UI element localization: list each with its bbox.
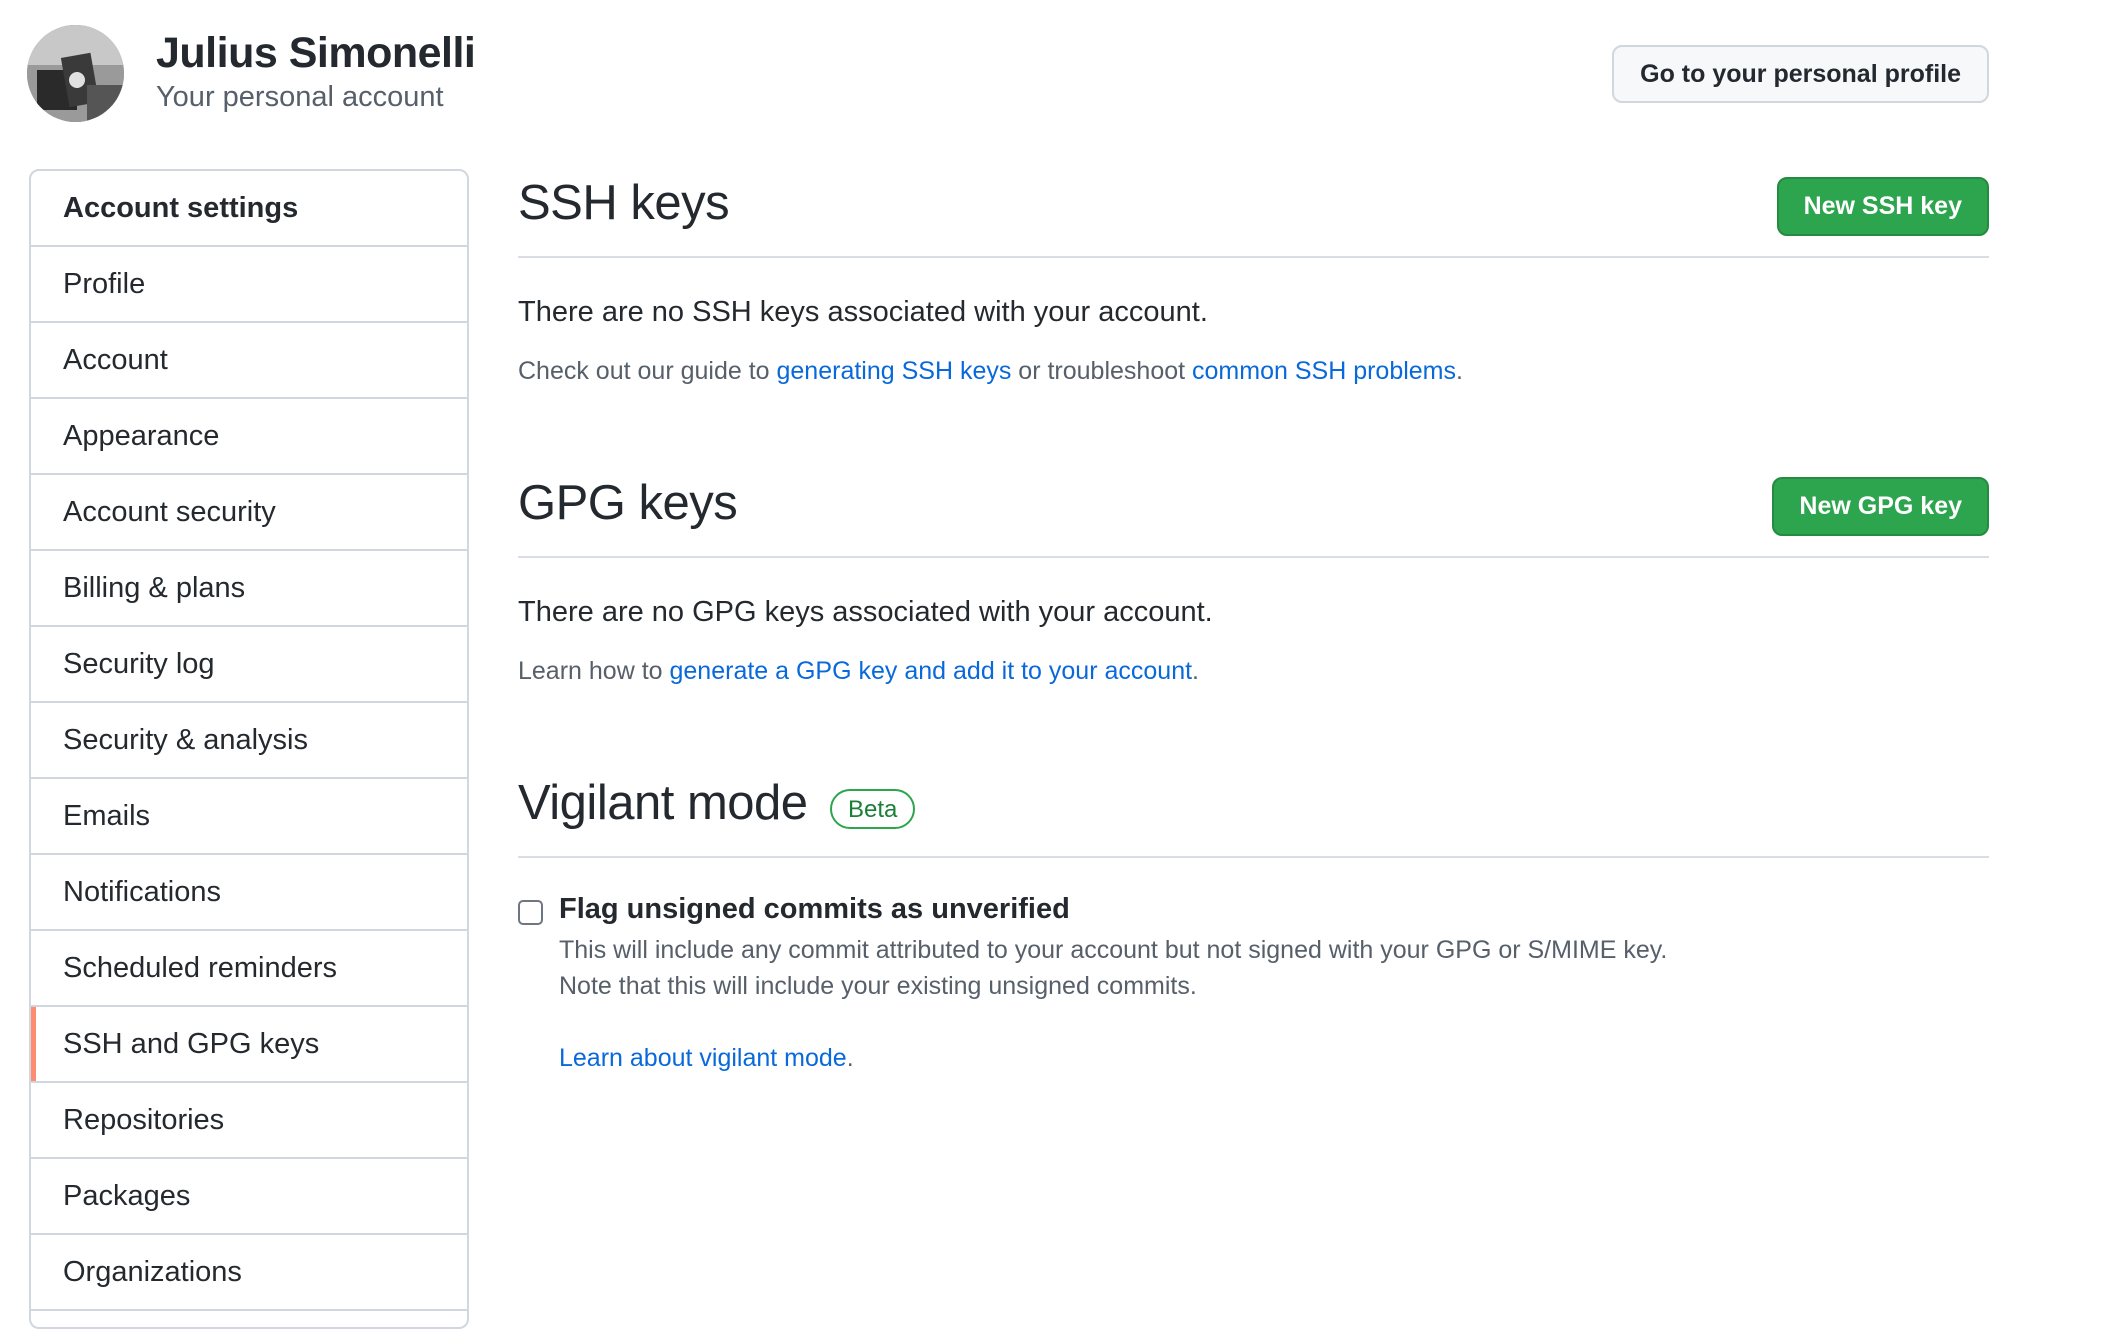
user-subtitle: Your personal account [156, 81, 444, 113]
sidebar-item-repositories[interactable]: Repositories [31, 1083, 467, 1159]
sidebar-item-organizations[interactable]: Organizations [31, 1235, 467, 1311]
vigilant-option: Flag unsigned commits as unverified This… [518, 893, 1918, 1100]
sidebar-item-packages[interactable]: Packages [31, 1159, 467, 1235]
ssh-empty-text: There are no SSH keys associated with yo… [518, 296, 1208, 328]
common-ssh-problems-link[interactable]: common SSH problems [1192, 357, 1456, 385]
gpg-keys-section: GPG keys New GPG key There are no GPG ke… [518, 469, 1989, 769]
main-content: SSH keys New SSH key There are no SSH ke… [518, 169, 1989, 1089]
vigilant-mode-title: Vigilant mode [518, 776, 808, 830]
gpg-learn-text: Learn how to generate a GPG key and add … [518, 657, 1199, 686]
new-ssh-key-button[interactable]: New SSH key [1776, 177, 1989, 236]
gpg-learn-suffix: . [1192, 657, 1199, 685]
ssh-guide-suffix: . [1456, 357, 1463, 385]
sidebar-item-emails[interactable]: Emails [31, 779, 467, 855]
sidebar-item-ssh-gpg-keys[interactable]: SSH and GPG keys [31, 1007, 467, 1083]
sidebar-item-profile[interactable]: Profile [31, 247, 467, 323]
sidebar-item-scheduled-reminders[interactable]: Scheduled reminders [31, 931, 467, 1007]
generate-gpg-key-link[interactable]: generate a GPG key and add it to your ac… [670, 657, 1193, 685]
page-header: Julius Simonelli Your personal account G… [27, 25, 1989, 125]
vigilant-mode-header: Vigilant mode Beta [518, 769, 1989, 858]
vigilant-mode-section: Vigilant mode Beta Flag unsigned commits… [518, 769, 1989, 1089]
sidebar-item-notifications[interactable]: Notifications [31, 855, 467, 931]
sidebar-item-appearance[interactable]: Appearance [31, 399, 467, 475]
flag-unsigned-commits-checkbox[interactable] [518, 900, 543, 925]
sidebar-item-billing[interactable]: Billing & plans [31, 551, 467, 627]
learn-vigilant-mode-link[interactable]: Learn about vigilant mode [559, 1044, 847, 1072]
vigilant-description-line1: This will include any commit attributed … [559, 936, 1668, 964]
beta-badge: Beta [830, 789, 916, 829]
sidebar-item-security-log[interactable]: Security log [31, 627, 467, 703]
gpg-keys-title: GPG keys [518, 476, 738, 530]
gpg-keys-header: GPG keys New GPG key [518, 469, 1989, 558]
avatar[interactable] [27, 25, 124, 122]
new-gpg-key-button[interactable]: New GPG key [1772, 477, 1989, 536]
sidebar-item-account-security[interactable]: Account security [31, 475, 467, 551]
ssh-keys-title: SSH keys [518, 176, 730, 230]
flag-unsigned-commits-label[interactable]: Flag unsigned commits as unverified [559, 893, 1070, 926]
avatar-image [27, 25, 124, 122]
vigilant-learn-suffix: . [846, 1044, 854, 1072]
ssh-guide-middle: or troubleshoot [1011, 357, 1193, 385]
ssh-guide-text: Check out our guide to generating SSH ke… [518, 357, 1463, 386]
settings-sidebar: Account settings Profile Account Appeara… [29, 169, 469, 1329]
sidebar-item-account[interactable]: Account [31, 323, 467, 399]
sidebar-item-security-analysis[interactable]: Security & analysis [31, 703, 467, 779]
ssh-keys-header: SSH keys New SSH key [518, 169, 1989, 258]
sidebar-heading-account-settings: Account settings [31, 171, 467, 247]
generating-ssh-keys-link[interactable]: generating SSH keys [777, 357, 1012, 385]
user-name: Julius Simonelli [156, 29, 476, 77]
gpg-empty-text: There are no GPG keys associated with yo… [518, 596, 1213, 628]
vigilant-description-line2: Note that this will include your existin… [559, 972, 1197, 1000]
ssh-keys-section: SSH keys New SSH key There are no SSH ke… [518, 169, 1989, 469]
gpg-learn-prefix: Learn how to [518, 657, 670, 685]
ssh-guide-prefix: Check out our guide to [518, 357, 777, 385]
vigilant-learn-text: Learn about vigilant mode. [559, 1044, 854, 1073]
go-to-profile-button[interactable]: Go to your personal profile [1612, 45, 1989, 103]
